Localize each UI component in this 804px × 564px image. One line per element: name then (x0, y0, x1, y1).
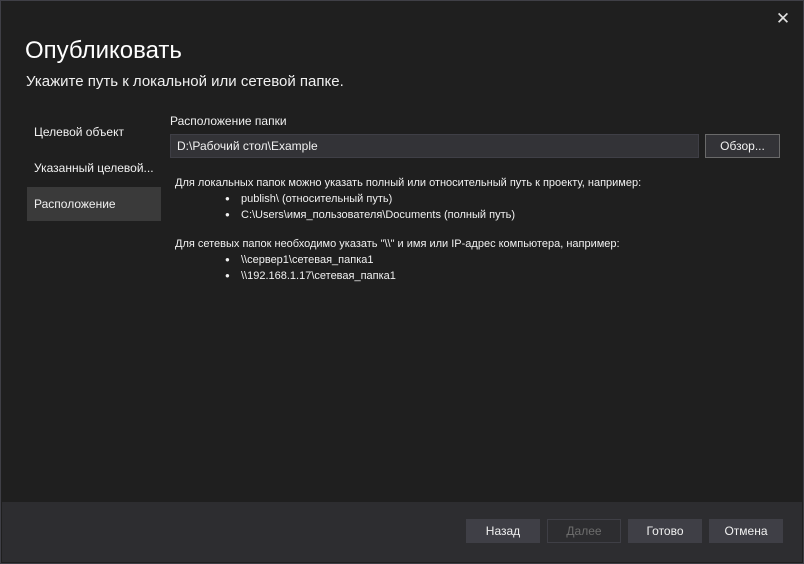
help-text: Для локальных папок можно указать полный… (175, 176, 641, 284)
folder-path-input[interactable] (170, 134, 699, 158)
finish-button[interactable]: Готово (628, 519, 702, 543)
nav-item-target[interactable]: Целевой объект (27, 115, 161, 149)
next-button: Далее (547, 519, 621, 543)
nav-item-specific-target[interactable]: Указанный целевой... (27, 151, 161, 185)
network-examples-list: \\сервер1\сетевая_папка1 \\192.168.1.17\… (175, 252, 641, 284)
dialog-subtitle: Укажите путь к локальной или сетевой пап… (26, 73, 344, 90)
local-examples-list: publish\ (относительный путь) C:\Users\и… (175, 191, 641, 223)
dialog-footer: Назад Далее Готово Отмена (2, 502, 802, 562)
cancel-button[interactable]: Отмена (709, 519, 783, 543)
dialog-title: Опубликовать (25, 37, 182, 64)
nav-item-location[interactable]: Расположение (27, 187, 161, 221)
list-item: publish\ (относительный путь) (175, 191, 641, 207)
browse-button[interactable]: Обзор... (705, 134, 780, 158)
publish-dialog: ✕ Опубликовать Укажите путь к локальной … (0, 0, 804, 564)
back-button[interactable]: Назад (466, 519, 540, 543)
path-row: Обзор... (170, 134, 782, 158)
folder-location-label: Расположение папки (170, 114, 287, 128)
list-item: \\192.168.1.17\сетевая_папка1 (175, 268, 641, 284)
local-help-intro: Для локальных папок можно указать полный… (175, 177, 642, 189)
close-icon[interactable]: ✕ (775, 10, 791, 27)
location-panel: Расположение папки Обзор... Для локальны… (170, 114, 782, 284)
list-item: \\сервер1\сетевая_папка1 (175, 252, 641, 268)
network-help-intro: Для сетевых папок необходимо указать "\\… (175, 238, 620, 250)
list-item: C:\Users\имя_пользователя\Documents (пол… (175, 207, 641, 223)
wizard-nav: Целевой объект Указанный целевой... Расп… (27, 115, 161, 223)
